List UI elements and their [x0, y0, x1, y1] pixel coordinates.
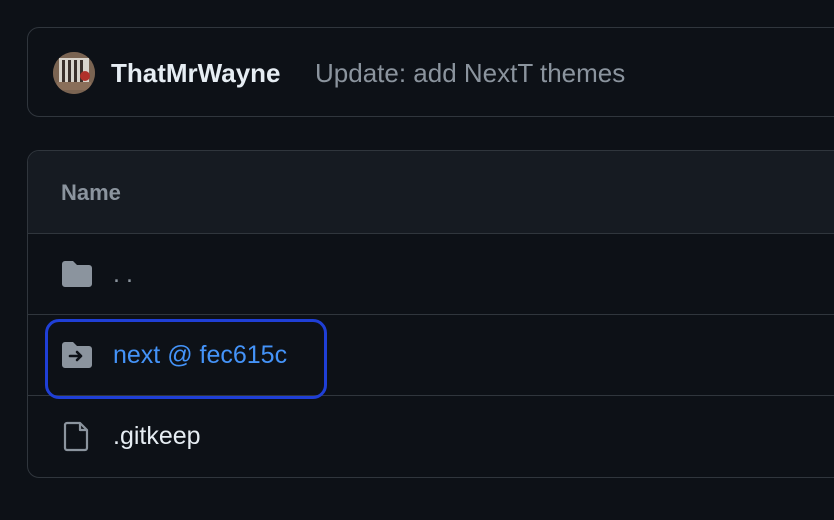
submodule-folder-icon [60, 339, 94, 371]
commit-message-link[interactable]: Update: add NextT themes [315, 58, 625, 89]
table-row-submodule[interactable]: next @ fec615c [28, 315, 834, 399]
folder-icon [60, 258, 94, 290]
commit-author-link[interactable]: ThatMrWayne [111, 58, 281, 89]
table-header: Name [28, 151, 834, 234]
table-row-file[interactable]: .gitkeep [28, 396, 834, 477]
latest-commit-box: ThatMrWayne Update: add NextT themes [27, 27, 834, 117]
avatar[interactable] [53, 52, 95, 94]
table-row-parent[interactable]: .. [28, 234, 834, 315]
file-table: Name .. next @ fec615c .gitkeep [27, 150, 834, 478]
file-link-gitkeep[interactable]: .gitkeep [113, 422, 201, 451]
parent-directory-link[interactable]: .. [113, 260, 139, 289]
submodule-link[interactable]: next @ fec615c [113, 341, 287, 370]
file-icon [60, 420, 94, 452]
column-header-name: Name [61, 180, 121, 205]
